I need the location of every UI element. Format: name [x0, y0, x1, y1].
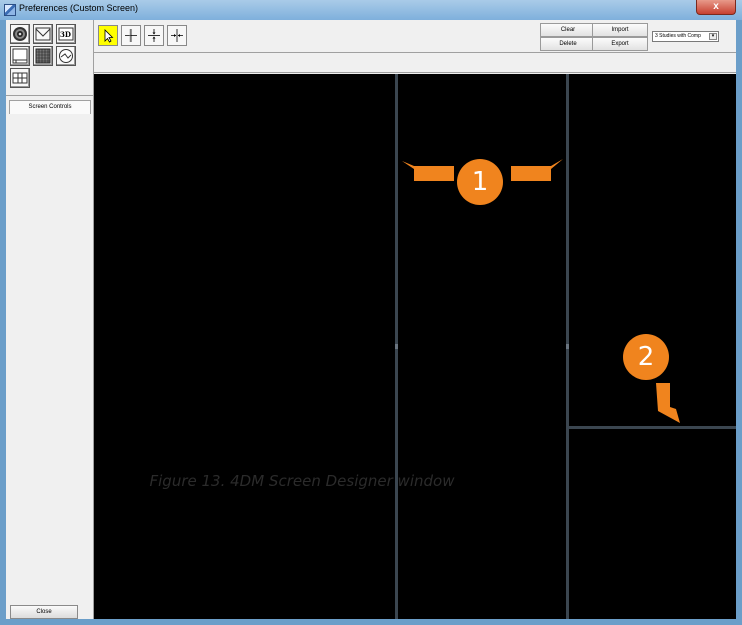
- delete-button[interactable]: Delete: [540, 37, 596, 51]
- polar-map-icon[interactable]: [10, 24, 30, 44]
- horizontal-split-button[interactable]: [144, 25, 164, 46]
- vertical-split-button[interactable]: [167, 25, 187, 46]
- pointer-tool-button[interactable]: [98, 25, 118, 46]
- left-panel: 3D Screen Controls Close: [6, 20, 94, 619]
- close-button[interactable]: Close: [10, 605, 78, 619]
- toolbar: Clear Delete Import Export 3 Studies wit…: [94, 20, 736, 53]
- preferences-window: Preferences (Custom Screen) x 3D Screen …: [0, 0, 742, 625]
- divider-handle[interactable]: [395, 344, 398, 349]
- client-area: 3D Screen Controls Close Clear Delete Im…: [6, 20, 736, 619]
- grid-icon[interactable]: [33, 46, 53, 66]
- cross-split-button[interactable]: [121, 25, 141, 46]
- callout-1-left-arrow: [402, 161, 454, 181]
- tab-screen-controls[interactable]: Screen Controls: [9, 100, 91, 114]
- 3d-label: 3D: [60, 30, 71, 39]
- multi-panel-icon[interactable]: [10, 68, 30, 88]
- clear-button[interactable]: Clear: [540, 23, 596, 37]
- callout-2-down-arrow: [656, 383, 680, 423]
- window-title: Preferences (Custom Screen): [19, 3, 139, 13]
- import-button[interactable]: Import: [592, 23, 648, 37]
- window-close-button[interactable]: x: [696, 0, 736, 15]
- callout-1-right-arrow: [511, 159, 563, 181]
- dial-icon[interactable]: [56, 46, 76, 66]
- title-bar: Preferences (Custom Screen) x: [0, 0, 742, 20]
- export-button[interactable]: Export: [592, 37, 648, 51]
- curve-icon[interactable]: [33, 24, 53, 44]
- figure-caption: Figure 13. 4DM Screen Designer window: [149, 472, 455, 490]
- chevron-down-icon: ▾: [709, 33, 717, 40]
- app-icon: [4, 4, 16, 16]
- studies-select-value: 3 Studies with Comp: [655, 33, 701, 39]
- divider-handle[interactable]: [566, 344, 569, 349]
- view-type-icon-grid: 3D: [6, 20, 94, 96]
- slice-panel-icon[interactable]: [10, 46, 30, 66]
- 3d-icon[interactable]: 3D: [56, 24, 76, 44]
- callout-1-circle: 1: [457, 159, 503, 205]
- callout-2-circle: 2: [623, 334, 669, 380]
- horizontal-divider[interactable]: [569, 426, 736, 429]
- toolbar-substrip: [94, 53, 736, 73]
- studies-select[interactable]: 3 Studies with Comp ▾: [652, 31, 719, 42]
